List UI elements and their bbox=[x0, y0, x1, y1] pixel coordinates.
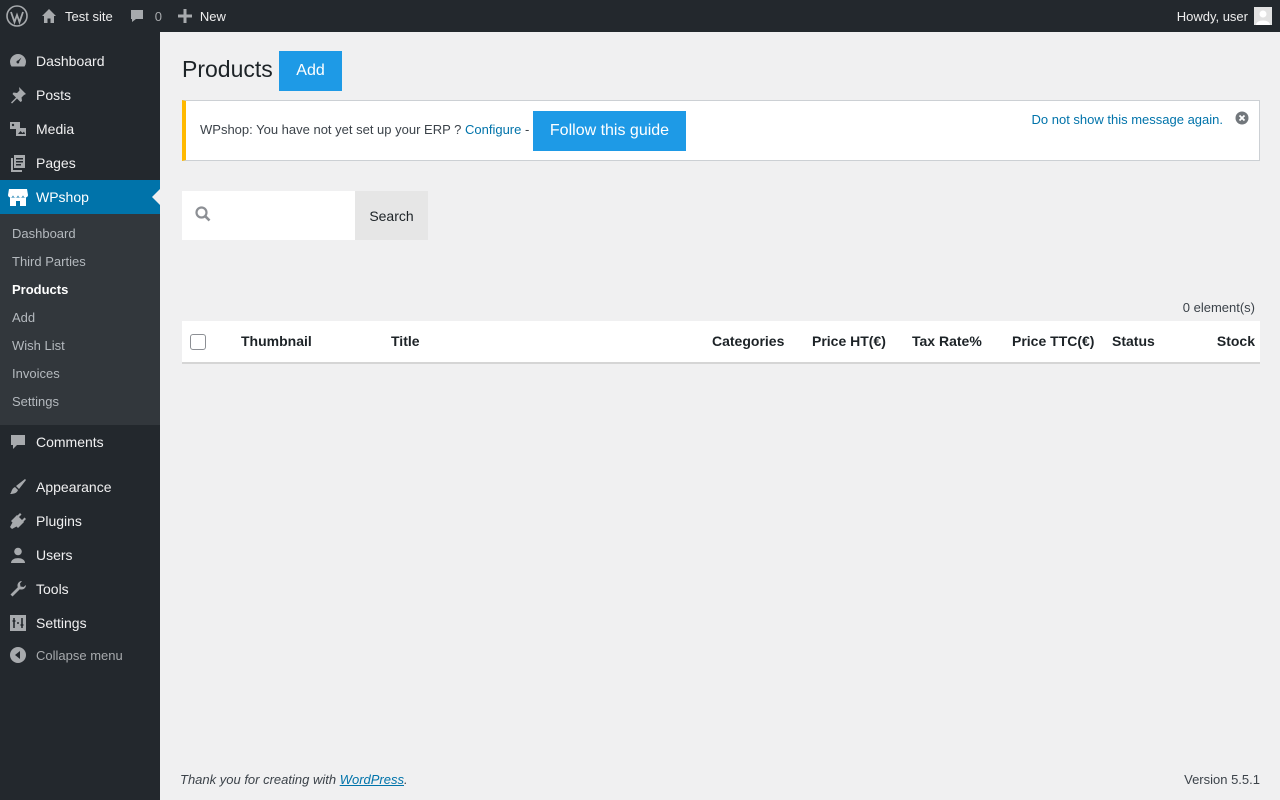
column-title[interactable]: Title bbox=[391, 321, 420, 362]
search-icon bbox=[195, 206, 211, 222]
brush-icon bbox=[0, 477, 36, 497]
select-all-checkbox[interactable] bbox=[190, 334, 206, 350]
menu-item-appearance[interactable]: Appearance bbox=[0, 470, 160, 504]
menu-item-comments[interactable]: Comments bbox=[0, 425, 160, 459]
wordpress-link[interactable]: WordPress bbox=[340, 772, 404, 787]
menu-item-plugins[interactable]: Plugins bbox=[0, 504, 160, 538]
menu-item-label: Pages bbox=[36, 155, 76, 171]
close-icon[interactable] bbox=[1235, 111, 1249, 125]
menu-item-label: Users bbox=[36, 547, 73, 563]
collapse-icon bbox=[0, 646, 36, 664]
configure-link[interactable]: Configure bbox=[465, 122, 521, 137]
footer-version: Version 5.5.1 bbox=[1184, 772, 1260, 787]
admin-bar: Test site 0 New Howdy, user bbox=[0, 0, 1280, 32]
footer-thanks: Thank you for creating with WordPress. bbox=[180, 772, 408, 787]
greeting: Howdy, user bbox=[1176, 8, 1248, 24]
new-content-link[interactable]: New bbox=[170, 0, 234, 32]
column-stock[interactable]: Stock bbox=[1217, 321, 1255, 362]
menu-item-pages[interactable]: Pages bbox=[0, 146, 160, 180]
menu-item-dashboard[interactable]: Dashboard bbox=[0, 44, 160, 78]
home-icon bbox=[42, 9, 56, 23]
menu-item-wpshop[interactable]: WPshop bbox=[0, 180, 160, 214]
submenu-item-products[interactable]: Products bbox=[12, 276, 68, 304]
current-menu-arrow bbox=[152, 189, 160, 205]
menu-item-label: Settings bbox=[36, 615, 87, 631]
erp-notice: WPshop: You have not yet set up your ERP… bbox=[182, 100, 1260, 161]
new-label: New bbox=[199, 8, 226, 24]
wordpress-logo-icon[interactable] bbox=[0, 0, 35, 32]
menu-item-label: Dashboard bbox=[36, 53, 105, 69]
menu-item-posts[interactable]: Posts bbox=[0, 78, 160, 112]
notice-text: WPshop: You have not yet set up your ERP… bbox=[200, 122, 462, 137]
admin-menu: Dashboard Posts Media Pages WPshop Dashb… bbox=[0, 32, 160, 800]
add-product-button[interactable]: Add bbox=[279, 51, 342, 91]
pages-icon bbox=[0, 153, 36, 173]
comments-count: 0 bbox=[154, 8, 162, 24]
footer-thanks-prefix: Thank you for creating with bbox=[180, 772, 337, 787]
menu-item-label: Media bbox=[36, 121, 75, 137]
search-input[interactable] bbox=[182, 191, 355, 240]
site-name-link[interactable]: Test site bbox=[35, 0, 121, 32]
menu-item-users[interactable]: Users bbox=[0, 538, 160, 572]
collapse-label: Collapse menu bbox=[36, 647, 123, 663]
submenu-item-add[interactable]: Add bbox=[12, 304, 35, 332]
submenu-item-third-parties[interactable]: Third Parties bbox=[12, 248, 86, 276]
settings-icon bbox=[0, 613, 36, 633]
media-icon bbox=[0, 119, 36, 139]
plugin-icon bbox=[0, 511, 36, 531]
submenu-item-invoices[interactable]: Invoices bbox=[12, 360, 60, 388]
submenu-item-wish-list[interactable]: Wish List bbox=[12, 332, 65, 360]
notice-separator: - bbox=[525, 122, 530, 137]
site-name-label: Test site bbox=[65, 8, 113, 24]
column-price-ht[interactable]: Price HT(€) bbox=[812, 321, 886, 362]
submenu-item-settings[interactable]: Settings bbox=[12, 388, 59, 416]
footer-thanks-suffix: . bbox=[404, 772, 408, 787]
menu-item-label: Plugins bbox=[36, 513, 82, 529]
column-tax-rate[interactable]: Tax Rate% bbox=[912, 321, 982, 362]
comments-link[interactable]: 0 bbox=[121, 0, 170, 32]
menu-item-label: Appearance bbox=[36, 479, 112, 495]
main-content: Products Add WPshop: You have not yet se… bbox=[160, 32, 1280, 800]
column-categories[interactable]: Categories bbox=[712, 321, 784, 362]
comment-icon bbox=[0, 432, 36, 452]
menu-item-label: Tools bbox=[36, 581, 69, 597]
follow-guide-button[interactable]: Follow this guide bbox=[533, 111, 686, 151]
menu-item-label: Posts bbox=[36, 87, 72, 103]
menu-item-media[interactable]: Media bbox=[0, 112, 160, 146]
comment-icon bbox=[130, 10, 143, 22]
menu-item-label: Comments bbox=[36, 434, 104, 450]
submenu-item-dashboard[interactable]: Dashboard bbox=[12, 220, 76, 248]
pin-icon bbox=[0, 85, 36, 105]
avatar bbox=[1254, 7, 1272, 25]
column-status[interactable]: Status bbox=[1112, 321, 1155, 362]
user-icon bbox=[0, 545, 36, 565]
store-icon bbox=[0, 187, 36, 207]
wrench-icon bbox=[0, 579, 36, 599]
collapse-menu-button[interactable]: Collapse menu bbox=[0, 640, 160, 670]
notice-message: WPshop: You have not yet set up your ERP… bbox=[200, 122, 529, 137]
my-account[interactable]: Howdy, user bbox=[1177, 0, 1272, 32]
menu-item-tools[interactable]: Tools bbox=[0, 572, 160, 606]
column-thumbnail[interactable]: Thumbnail bbox=[241, 321, 312, 362]
column-price-ttc[interactable]: Price TTC(€) bbox=[1012, 321, 1094, 362]
products-table-header: Thumbnail Title Categories Price HT(€) T… bbox=[182, 321, 1260, 364]
menu-item-settings[interactable]: Settings bbox=[0, 606, 160, 640]
page-title: Products bbox=[182, 56, 273, 82]
element-count: 0 element(s) bbox=[1182, 300, 1255, 315]
menu-item-label: WPshop bbox=[36, 189, 89, 205]
dismiss-notice-link[interactable]: Do not show this message again. bbox=[1032, 112, 1224, 127]
plus-icon bbox=[177, 9, 192, 23]
dashboard-icon bbox=[0, 51, 36, 71]
search-button[interactable]: Search bbox=[355, 191, 428, 240]
